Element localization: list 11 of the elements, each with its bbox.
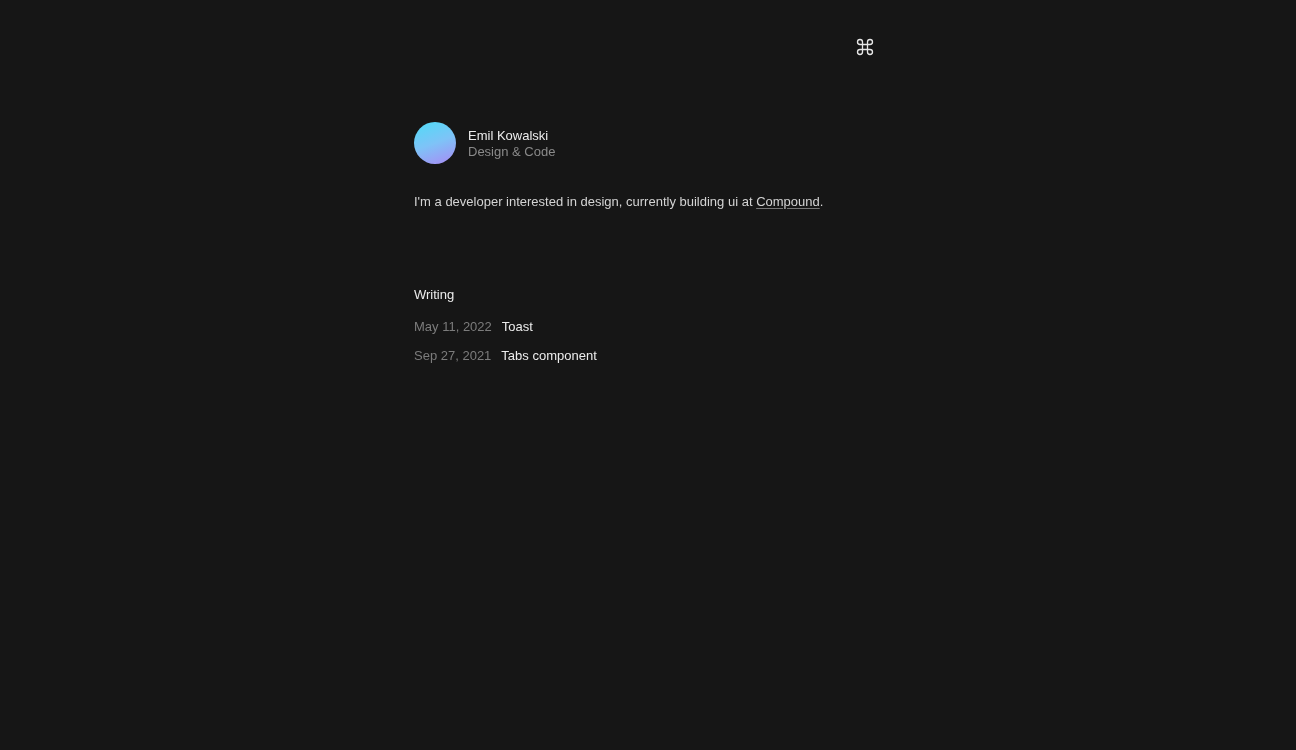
post-link[interactable]: Toast xyxy=(501,319,533,334)
section-heading: Writing xyxy=(414,287,456,302)
bio-text: I'm a developer interested in design, currently building ui at Compound. xyxy=(414,194,825,209)
post-date: May 11, 2022 xyxy=(414,319,492,334)
avatar xyxy=(414,122,456,164)
command-icon[interactable] xyxy=(855,37,875,57)
company-link[interactable]: Compound xyxy=(756,194,820,209)
profile-role: Design & Code xyxy=(468,143,556,159)
post-date: Sep 27, 2021 xyxy=(414,348,492,363)
profile-name: Emil Kowalski xyxy=(468,127,550,143)
post-link[interactable]: Tabs component xyxy=(501,348,597,363)
